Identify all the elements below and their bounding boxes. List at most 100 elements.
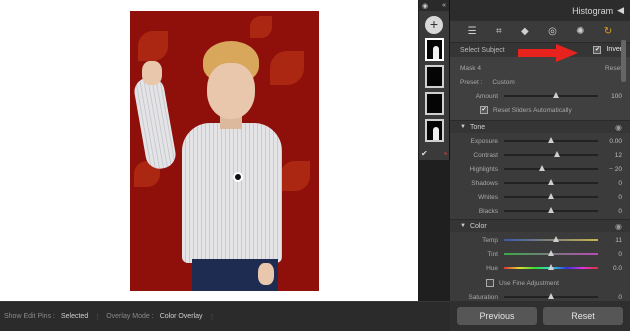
tone-label: Blacks <box>478 207 498 215</box>
image-canvas[interactable] <box>0 0 418 301</box>
tone-title: Tone <box>469 123 486 131</box>
fine-adjust-label: Use Fine Adjustment <box>499 279 559 287</box>
panel-scrollbar[interactable] <box>621 40 626 82</box>
mask-thumbnail[interactable] <box>424 38 444 61</box>
sliders-icon[interactable]: ☰ <box>468 26 477 37</box>
slider-knob[interactable] <box>548 207 554 213</box>
reset-button[interactable]: Reset <box>543 307 623 325</box>
previous-button[interactable]: Previous <box>457 307 537 325</box>
color-row: Temp 11 <box>460 233 622 247</box>
mask-thumbnail[interactable] <box>424 119 444 142</box>
crop-icon[interactable]: ⌗ <box>496 26 502 37</box>
color-title: Color <box>469 222 487 230</box>
tone-row: Blacks 0 <box>460 204 622 218</box>
fine-adjust-checkbox[interactable] <box>486 279 494 287</box>
color-value[interactable]: 11 <box>604 237 622 244</box>
redeye-icon[interactable]: ◎ <box>548 26 557 37</box>
amount-slider[interactable] <box>504 92 598 98</box>
mask-thumbnail[interactable] <box>424 92 444 115</box>
color-label: Hue <box>486 264 498 272</box>
check-icon[interactable]: ✔ <box>421 149 428 158</box>
tone-slider[interactable] <box>504 137 598 143</box>
overlay-mode-dropdown[interactable]: Color Overlay <box>160 313 203 320</box>
edit-pin-icon[interactable] <box>233 172 243 182</box>
histogram-header[interactable]: Histogram ◀ <box>450 0 630 21</box>
separator-icon: ⋮ <box>208 313 215 321</box>
slider-knob[interactable] <box>538 165 545 171</box>
preset-row: Preset : Custom <box>460 75 622 89</box>
slider-knob[interactable] <box>548 137 554 143</box>
tone-slider[interactable] <box>504 193 598 199</box>
tone-row: Shadows 0 <box>460 176 622 190</box>
tone-section-header[interactable]: ▼ Tone ◉ <box>450 120 630 133</box>
saturation-value[interactable]: 0 <box>604 294 622 301</box>
saturation-label: Saturation <box>468 293 498 301</box>
slider-knob[interactable] <box>548 179 554 185</box>
invert-checkbox[interactable]: ✔ Invert <box>593 46 624 54</box>
canvas-toolbar: Show Edit Pins : Selected ⋮ Overlay Mode… <box>0 301 450 331</box>
tone-value[interactable]: 12 <box>604 152 622 159</box>
amount-label: Amount <box>475 92 498 100</box>
slider-knob[interactable] <box>552 236 559 242</box>
mask-strip: ◉ « + ✔ ▪ <box>419 0 450 160</box>
tone-row: Contrast 12 <box>460 148 622 162</box>
amount-value[interactable]: 100 <box>604 93 622 100</box>
leaf-decor <box>250 16 272 38</box>
saturation-slider[interactable] <box>504 293 598 299</box>
tone-value[interactable]: 0.00 <box>604 138 622 145</box>
mask-icon[interactable]: ✺ <box>576 26 584 37</box>
eye-icon[interactable]: ◉ <box>422 2 428 10</box>
color-section-header[interactable]: ▼ Color ◉ <box>450 219 630 232</box>
tone-row: Highlights − 20 <box>460 162 622 176</box>
slider-knob[interactable] <box>548 193 554 199</box>
collapse-arrow-icon[interactable]: ◀ <box>617 5 624 16</box>
amount-row: Amount 100 <box>460 89 622 103</box>
checkbox-icon[interactable]: ✔ <box>593 46 602 54</box>
tone-slider[interactable] <box>504 151 598 157</box>
preset-dropdown[interactable]: Custom <box>492 79 514 86</box>
color-value[interactable]: 0 <box>604 251 622 258</box>
tone-slider[interactable] <box>504 165 598 171</box>
expand-triangle-icon[interactable]: ▼ <box>460 124 466 130</box>
delete-mask-icon[interactable]: ▪ <box>444 149 447 158</box>
reset-sliders-row: ✔ Reset Sliders Automatically <box>460 103 622 117</box>
photo-with-mask-overlay[interactable] <box>130 11 319 291</box>
tone-value[interactable]: − 20 <box>604 166 622 173</box>
eye-icon[interactable]: ◉ <box>615 222 622 231</box>
tone-value[interactable]: 0 <box>604 194 622 201</box>
child-face <box>207 63 255 119</box>
fine-adjust-row: Use Fine Adjustment <box>450 276 630 290</box>
slider-knob[interactable] <box>552 92 559 98</box>
child-shirt <box>182 123 282 263</box>
mask-name: Mask 4 <box>460 64 481 72</box>
tone-value[interactable]: 0 <box>604 208 622 215</box>
color-slider[interactable] <box>504 264 598 270</box>
tone-slider[interactable] <box>504 179 598 185</box>
eraser-icon[interactable]: ◆ <box>521 26 529 37</box>
collapse-icon[interactable]: « <box>442 2 446 9</box>
tone-label: Shadows <box>471 179 498 187</box>
tone-slider[interactable] <box>504 207 598 213</box>
tool-strip: ☰ ⌗ ◆ ◎ ✺ ↻ <box>450 21 630 43</box>
mask-reset-button[interactable]: Reset <box>605 65 622 72</box>
slider-knob[interactable] <box>553 151 560 157</box>
slider-knob[interactable] <box>548 293 554 299</box>
color-slider[interactable] <box>504 250 598 256</box>
color-value[interactable]: 0.0 <box>604 265 622 272</box>
add-mask-button[interactable]: + <box>425 16 443 34</box>
tone-value[interactable]: 0 <box>604 180 622 187</box>
tone-label: Whites <box>478 193 498 201</box>
eye-icon[interactable]: ◉ <box>615 123 622 132</box>
color-row: Tint 0 <box>460 247 622 261</box>
history-icon[interactable]: ↻ <box>604 26 612 37</box>
reset-sliders-checkbox[interactable]: ✔ <box>480 106 488 114</box>
slider-knob[interactable] <box>548 250 554 256</box>
expand-triangle-icon[interactable]: ▼ <box>460 223 466 229</box>
mask-thumbnail[interactable] <box>424 65 444 88</box>
tone-label: Contrast <box>473 151 498 159</box>
slider-knob[interactable] <box>548 264 554 270</box>
mask-strip-header: ◉ « <box>419 0 449 11</box>
show-edit-pins-dropdown[interactable]: Selected <box>61 313 88 320</box>
overlay-mode-label: Overlay Mode : <box>106 313 154 320</box>
color-slider[interactable] <box>504 236 598 242</box>
